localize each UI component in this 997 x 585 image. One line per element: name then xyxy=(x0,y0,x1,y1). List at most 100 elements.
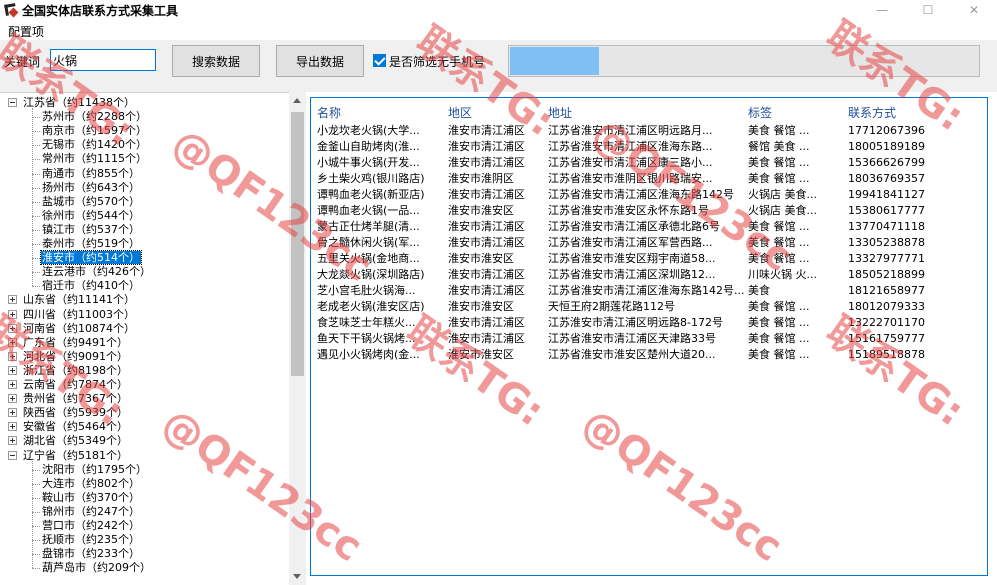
tree-city-item[interactable]: 盘锦市（约233个） xyxy=(41,547,141,561)
tree-province-item[interactable]: 山东省（约11141个） xyxy=(22,293,136,307)
tree-expander-icon[interactable] xyxy=(8,422,17,432)
table-cell: 淮安市淮安区 xyxy=(448,348,514,361)
tree-city-item[interactable]: 泰州市（约519个） xyxy=(41,237,141,251)
tree-city-item[interactable]: 葫芦岛市（约209个） xyxy=(41,561,152,575)
table-row[interactable]: 小城牛事火锅(开发... 淮安市清江浦区 江苏省淮安市清江浦区康三路小... 美食 餐… xyxy=(311,155,987,171)
table-row[interactable]: 蒙古正仕烤羊腿(清... 淮安市清江浦区 江苏省淮安市清江浦区承德北路6号 美食 餐馆… xyxy=(311,219,987,235)
progress-bar xyxy=(508,45,980,77)
tree-province-item[interactable]: 浙江省（约8198个） xyxy=(22,364,129,378)
table-cell: 火锅店 美食... xyxy=(748,204,817,217)
tree-province-item[interactable]: 江苏省（约11438个） xyxy=(22,96,136,110)
tree-expander-icon[interactable] xyxy=(8,295,17,305)
tree-expander-icon[interactable] xyxy=(8,450,17,460)
column-header[interactable]: 地址 xyxy=(548,104,572,121)
column-header[interactable]: 联系方式 xyxy=(848,104,896,121)
tree-city-item[interactable]: 盐城市（约570个） xyxy=(41,195,141,209)
tree-expander-icon[interactable] xyxy=(8,323,17,333)
table-row[interactable]: 乡土柴火鸡(银川路店) 淮安市淮阴区 江苏省淮安市淮阴区银川路瑞安... 美食 餐馆 … xyxy=(311,171,987,187)
table-cell: 五里关火锅(金地商... xyxy=(317,252,420,265)
minimize-button[interactable]: — xyxy=(859,0,905,20)
table-row[interactable]: 老成老火锅(淮安区店) 淮安市淮安区 天恒王府2期莲花路112号 美食 餐馆 ... 1… xyxy=(311,299,987,315)
tree-connector xyxy=(32,272,40,274)
tree-province-item[interactable]: 河北省（约9091个） xyxy=(22,350,129,364)
tree-city-item[interactable]: 常州市（约1115个） xyxy=(41,152,148,166)
tree-province-item[interactable]: 河南省（约10874个） xyxy=(22,322,136,336)
region-tree: 江苏省（约11438个） 苏州市（约2288个） 南京市（约1597个） 无锡市（约1… xyxy=(0,92,306,585)
tree-expander-icon[interactable] xyxy=(8,380,17,389)
tree-city-item[interactable]: 抚顺市（约235个） xyxy=(41,533,141,547)
table-row[interactable]: 大龙燚火锅(深圳路店) 淮安市清江浦区 江苏省淮安市清江浦区深圳路12... 川味火锅… xyxy=(311,267,987,283)
table-row[interactable]: 鱼天下干锅火锅烤... 淮安市清江浦区 江苏省淮安市清江浦区天津路33号 美食 餐馆 … xyxy=(311,331,987,347)
tree-city-item[interactable]: 徐州市（约544个） xyxy=(41,209,141,223)
table-cell: 淮安市清江浦区 xyxy=(448,316,525,329)
tree-expander-icon[interactable] xyxy=(8,408,17,418)
tree-city-item[interactable]: 淮安市（约514个） xyxy=(40,250,142,266)
tree-city-item[interactable]: 南京市（约1597个） xyxy=(41,124,148,138)
toolbar: 关键词 搜索数据 导出数据 是否筛选无手机号 xyxy=(0,40,997,92)
tree-city-item[interactable]: 苏州市（约2288个） xyxy=(41,110,148,124)
tree-item-label: 大连市（约802个） xyxy=(42,476,140,490)
scroll-down-icon[interactable] xyxy=(293,574,301,579)
table-row[interactable]: 遇见小火锅烤肉(金... 淮安市淮安区 江苏省淮安市淮安区楚州大道20... 美食 餐… xyxy=(311,347,987,363)
table-row[interactable]: 食芝味芝士年糕火... 淮安市清江浦区 江苏淮安市清江浦区明远路8-172号 美食 餐… xyxy=(311,315,987,331)
tree-city-item[interactable]: 扬州市（约643个） xyxy=(41,181,141,195)
tree-province-item[interactable]: 安徽省（约5464个） xyxy=(22,420,129,434)
tree-expander-icon[interactable] xyxy=(8,365,17,375)
table-row[interactable]: 金釜山自助烤肉(淮... 淮安市清江浦区 江苏省淮安市清江浦区淮海东路... 餐馆 美… xyxy=(311,139,987,155)
search-button[interactable]: 搜索数据 xyxy=(172,45,260,77)
export-button[interactable]: 导出数据 xyxy=(276,45,364,77)
table-row[interactable]: 小龙坎老火锅(大学... 淮安市清江浦区 江苏省淮安市清江浦区明远路月... 美食 餐… xyxy=(311,123,987,139)
tree-expander-icon[interactable] xyxy=(8,98,17,107)
tree-connector xyxy=(32,258,40,260)
tree-expander-icon[interactable] xyxy=(8,394,17,404)
tree-item-label: 盘锦市（约233个） xyxy=(42,547,140,561)
tree-province-item[interactable]: 辽宁省（约5181个） xyxy=(22,449,129,463)
table-row[interactable]: 谭鸭血老火锅(新亚店) 淮安市清江浦区 江苏省淮安市清江浦区淮海东路142号 火锅店 … xyxy=(311,187,987,203)
tree-province-item[interactable]: 云南省（约7874个） xyxy=(22,378,129,392)
tree-city-item[interactable]: 鞍山市（约370个） xyxy=(41,491,141,505)
tree-city-item[interactable]: 无锡市（约1420个） xyxy=(41,138,148,152)
column-header[interactable]: 地区 xyxy=(448,104,472,121)
tree-scrollbar[interactable] xyxy=(289,92,306,585)
tree-city-item[interactable]: 大连市（约802个） xyxy=(41,477,141,491)
filter-checkbox[interactable] xyxy=(373,54,386,67)
tree-item-label: 常州市（约1115个） xyxy=(42,152,147,166)
tree-province-item[interactable]: 广东省（约9491个） xyxy=(22,336,129,350)
tree-province-item[interactable]: 四川省（约11003个） xyxy=(22,308,136,322)
table-cell: 美食 餐馆 ... xyxy=(748,332,810,345)
scroll-up-icon[interactable] xyxy=(293,98,301,103)
tree-province-item[interactable]: 湖北省（约5349个） xyxy=(22,434,129,448)
table-row[interactable]: 五里关火锅(金地商... 淮安市淮安区 江苏省淮安市淮安区翔宇南道58... 美食 餐… xyxy=(311,251,987,267)
tree-city-item[interactable]: 连云港市（约426个） xyxy=(41,265,152,279)
tree-city-item[interactable]: 营口市（约242个） xyxy=(41,519,141,533)
table-cell: 江苏省淮安市清江浦区淮海东路... xyxy=(548,140,713,153)
tree-province-item[interactable]: 陕西省（约5939个） xyxy=(22,406,129,420)
tree-province-item[interactable]: 贵州省（约7367个） xyxy=(22,392,129,406)
tree-city-item[interactable]: 南通市（约855个） xyxy=(41,167,141,181)
table-cell: 江苏省淮安市清江浦区承德北路6号 xyxy=(548,220,720,233)
tree-expander-icon[interactable] xyxy=(8,309,17,319)
column-header[interactable]: 名称 xyxy=(317,104,341,121)
table-cell: 淮安市淮阴区 xyxy=(448,172,514,185)
table-row[interactable]: 芝小宫毛肚火锅海... 淮安市清江浦区 江苏省淮安市清江浦区淮海东路142号... 美… xyxy=(311,283,987,299)
tree-city-item[interactable]: 宿迁市（约410个） xyxy=(41,279,141,293)
table-cell: 13770471118 xyxy=(848,220,925,233)
maximize-button[interactable]: ☐ xyxy=(905,0,951,20)
keyword-input[interactable] xyxy=(50,49,156,71)
tree-expander-icon[interactable] xyxy=(8,436,17,446)
tree-item-label: 徐州市（约544个） xyxy=(42,208,140,222)
tree-expander-icon[interactable] xyxy=(8,351,17,361)
tree-expander-icon[interactable] xyxy=(8,337,17,347)
close-button[interactable]: ✕ xyxy=(951,0,997,20)
tree-city-item[interactable]: 锦州市（约247个） xyxy=(41,505,141,519)
scroll-thumb[interactable] xyxy=(291,112,304,376)
menu-item-config[interactable]: 配置项 xyxy=(8,23,44,40)
column-header[interactable]: 标签 xyxy=(748,104,772,121)
table-cell: 15380617777 xyxy=(848,204,925,217)
tree-city-item[interactable]: 沈阳市（约1795个） xyxy=(41,463,148,477)
table-row[interactable]: 谭鸭血老火锅(一品... 淮安市淮安区 江苏省淮安市淮安区永怀东路1号 火锅店 美食.… xyxy=(311,203,987,219)
table-row[interactable]: 骨之髓休闲火锅(军... 淮安市清江浦区 江苏省淮安市清江浦区军营西路... 美食 餐… xyxy=(311,235,987,251)
tree-connector xyxy=(32,483,40,485)
table-cell: 鱼天下干锅火锅烤... xyxy=(317,332,416,345)
tree-city-item[interactable]: 镇江市（约537个） xyxy=(41,223,141,237)
